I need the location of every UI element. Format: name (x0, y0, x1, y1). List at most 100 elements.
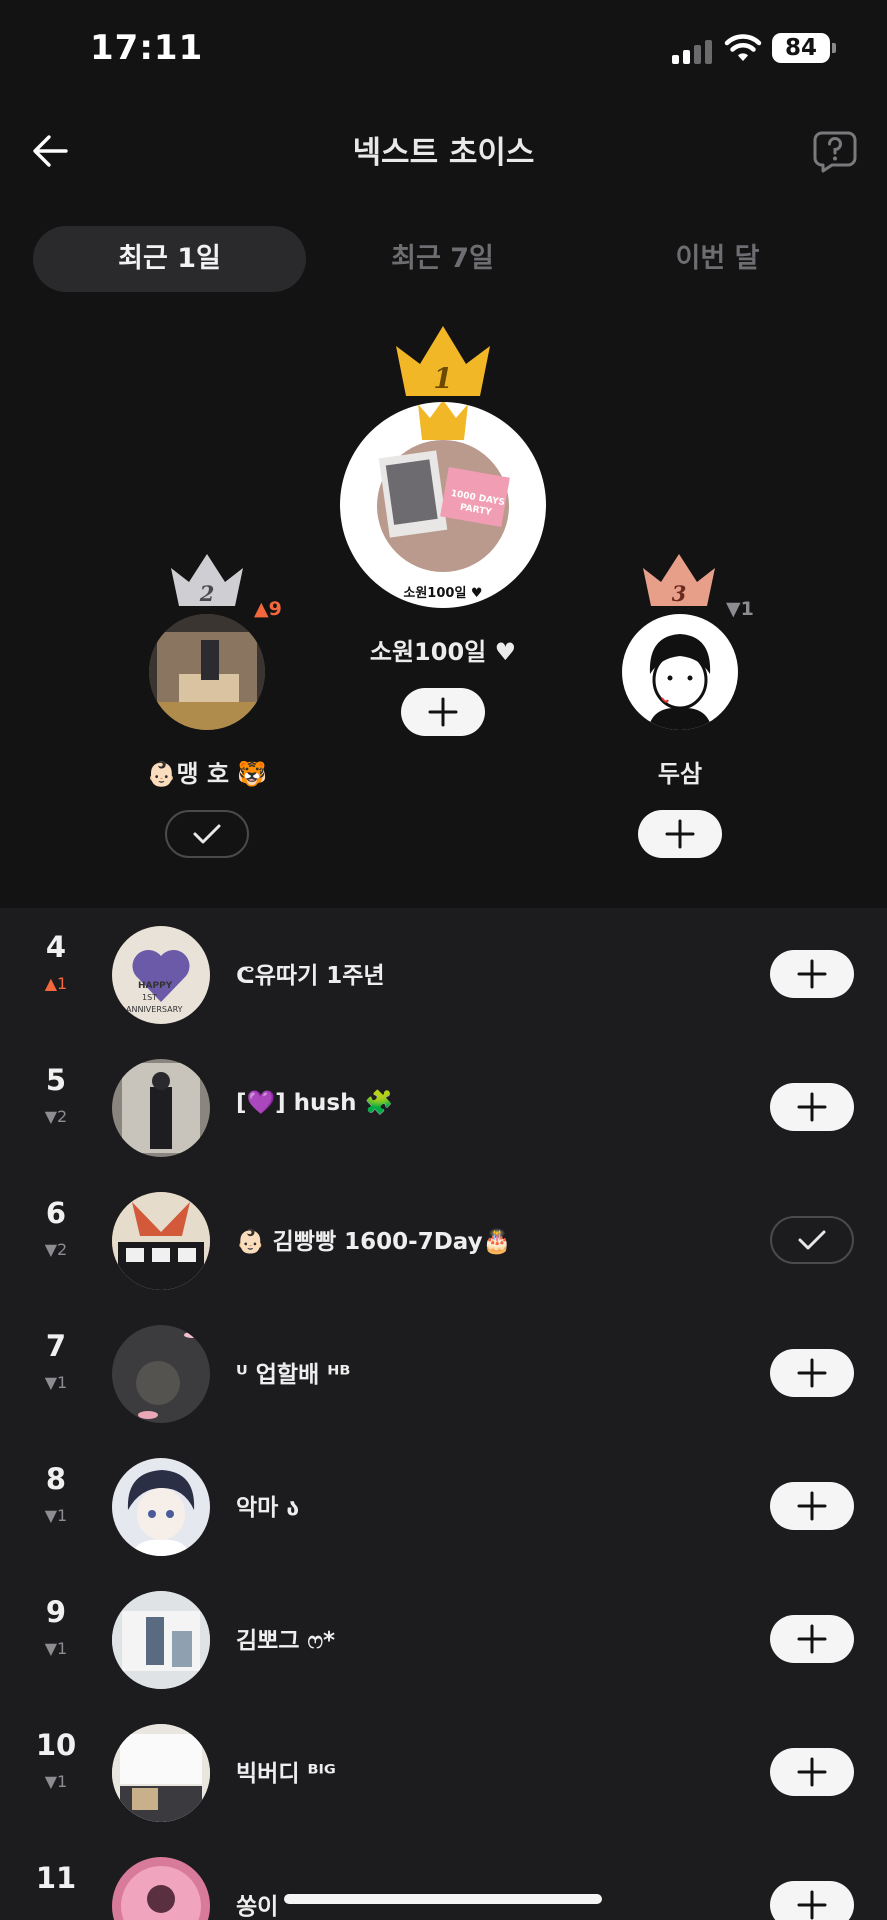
rank-change: ▼1 (44, 1506, 68, 1525)
user-name: 빅버디 ᴮᴵᴳ (236, 1761, 336, 1787)
plus-icon (797, 1890, 827, 1920)
tab-this-month[interactable]: 이번 달 (581, 226, 854, 292)
status-bar: 17:11 84 (0, 0, 887, 100)
list-item[interactable]: 5 ▼2 [💜] hush 🧩 (0, 1041, 887, 1174)
podium-3-follow-button[interactable] (638, 810, 722, 858)
list-item[interactable]: 6 ▼2 👶🏻 김빵빵 1600-7Day🎂 (0, 1174, 887, 1307)
plus-icon (797, 1491, 827, 1521)
podium-2-avatar-image (149, 614, 265, 730)
plus-icon (665, 819, 695, 849)
list-item[interactable]: 9 ▼1 김뽀그 ෆ* (0, 1573, 887, 1706)
podium-2-following-button[interactable] (165, 810, 249, 858)
rank-change: ▼1 (44, 1639, 68, 1658)
avatar-image (112, 1591, 210, 1689)
ranking-list: 4 ▲1 HAPPY 1ST ANNIVERSARY ᕦ유따기 1주년 5 ▼2… (0, 908, 887, 1920)
rank-2-number: 2 (199, 581, 215, 606)
signal-icon (672, 40, 714, 64)
user-name: 악마 ა (236, 1495, 300, 1521)
follow-button[interactable] (770, 1748, 854, 1796)
user-name: 👶🏻 김빵빵 1600-7Day🎂 (236, 1229, 512, 1255)
svg-text:ANNIVERSARY: ANNIVERSARY (126, 1005, 183, 1014)
rank-change: ▼1 (44, 1772, 68, 1791)
avatar-image (121, 1866, 201, 1920)
follow-button[interactable] (770, 1615, 854, 1663)
avatar[interactable] (112, 1059, 210, 1157)
podium-2-name: 👶🏻맹 호 🐯 (146, 760, 268, 788)
gold-crown-icon: 1 (396, 326, 490, 396)
avatar[interactable] (112, 1857, 210, 1920)
avatar[interactable] (112, 1591, 210, 1689)
podium-3-name: 두삼 (657, 760, 703, 788)
follow-button[interactable] (770, 1349, 854, 1397)
page-title: 넥스트 초이스 (352, 135, 535, 171)
list-item[interactable]: 8 ▼1 악마 ა (0, 1440, 887, 1573)
podium-1-avatar-caption: 소원100일 ♥ (403, 586, 483, 601)
rank-number: 10 (35, 1728, 77, 1762)
rank-number: 5 (45, 1063, 67, 1097)
check-icon (798, 1230, 826, 1250)
podium-2-rank-change: ▲9 (254, 598, 282, 620)
svg-text:HAPPY: HAPPY (138, 981, 173, 991)
status-time: 17:11 (90, 28, 204, 68)
list-item[interactable]: 11 쏭이 (0, 1839, 887, 1920)
rank-3-number: 3 (672, 581, 687, 606)
podium-1-avatar[interactable]: 1000 DAYS PARTY 소원100일 ♥ (340, 402, 546, 608)
check-icon (193, 824, 221, 844)
rank-number: 4 (45, 930, 67, 964)
bronze-crown-icon: 3 (643, 554, 715, 606)
podium-1-name: 소원100일 ♥ (369, 638, 517, 666)
list-item[interactable]: 7 ▼1 ᵁ 업할배 ᴴᴮ (0, 1307, 887, 1440)
rank-number: 7 (45, 1329, 67, 1363)
avatar[interactable] (112, 1192, 210, 1290)
podium-3-avatar[interactable] (622, 614, 738, 730)
list-item[interactable]: 4 ▲1 HAPPY 1ST ANNIVERSARY ᕦ유따기 1주년 (0, 908, 887, 1041)
wifi-icon (724, 34, 762, 61)
help-icon[interactable] (812, 128, 858, 174)
avatar-image (122, 1063, 200, 1153)
avatar-image: HAPPY 1ST ANNIVERSARY (126, 949, 190, 1014)
plus-icon (797, 1624, 827, 1654)
plus-icon (797, 1757, 827, 1787)
follow-button[interactable] (770, 950, 854, 998)
avatar[interactable] (112, 1458, 210, 1556)
rank-number: 8 (45, 1462, 67, 1496)
tab-last-7-days[interactable]: 최근 7일 (306, 226, 579, 292)
avatar[interactable] (112, 1724, 210, 1822)
podium-2-avatar[interactable] (149, 614, 265, 730)
avatar-image (127, 1470, 195, 1556)
rank-number: 11 (35, 1861, 77, 1895)
rank-change: ▲1 (44, 974, 68, 993)
list-item[interactable]: 10 ▼1 빅버디 ᴮᴵᴳ (0, 1706, 887, 1839)
following-button[interactable] (770, 1216, 854, 1264)
battery-tip (832, 43, 836, 53)
plus-icon (797, 1092, 827, 1122)
home-indicator[interactable] (284, 1894, 602, 1904)
rank-change: ▼2 (44, 1107, 68, 1126)
follow-button[interactable] (770, 1083, 854, 1131)
svg-text:1ST: 1ST (142, 993, 157, 1002)
avatar[interactable]: HAPPY 1ST ANNIVERSARY (112, 926, 210, 1024)
podium-3-rank-change: ▼1 (726, 598, 754, 620)
rank-change: ▼1 (44, 1373, 68, 1392)
avatar-image (112, 1724, 210, 1822)
plus-icon (797, 959, 827, 989)
rank-1-number: 1 (433, 362, 452, 395)
avatar-image (112, 1192, 210, 1290)
podium-1-follow-button[interactable] (401, 688, 485, 736)
podium-1-avatar-image: 1000 DAYS PARTY (377, 402, 510, 572)
user-name: ᕦ유따기 1주년 (236, 963, 385, 989)
user-name: 김뽀그 ෆ* (236, 1628, 336, 1654)
plus-icon (428, 697, 458, 727)
podium-3-avatar-image (648, 634, 712, 730)
tab-last-1-day[interactable]: 최근 1일 (33, 226, 306, 292)
user-name: [💜] hush 🧩 (236, 1090, 394, 1116)
follow-button[interactable] (770, 1881, 854, 1920)
plus-icon (797, 1358, 827, 1388)
user-name: 쏭이 (236, 1894, 279, 1920)
rank-number: 6 (45, 1196, 67, 1230)
follow-button[interactable] (770, 1482, 854, 1530)
silver-crown-icon: 2 (171, 554, 243, 606)
rank-change: ▼2 (44, 1240, 68, 1259)
user-name: ᵁ 업할배 ᴴᴮ (236, 1362, 351, 1388)
avatar[interactable] (112, 1325, 210, 1423)
